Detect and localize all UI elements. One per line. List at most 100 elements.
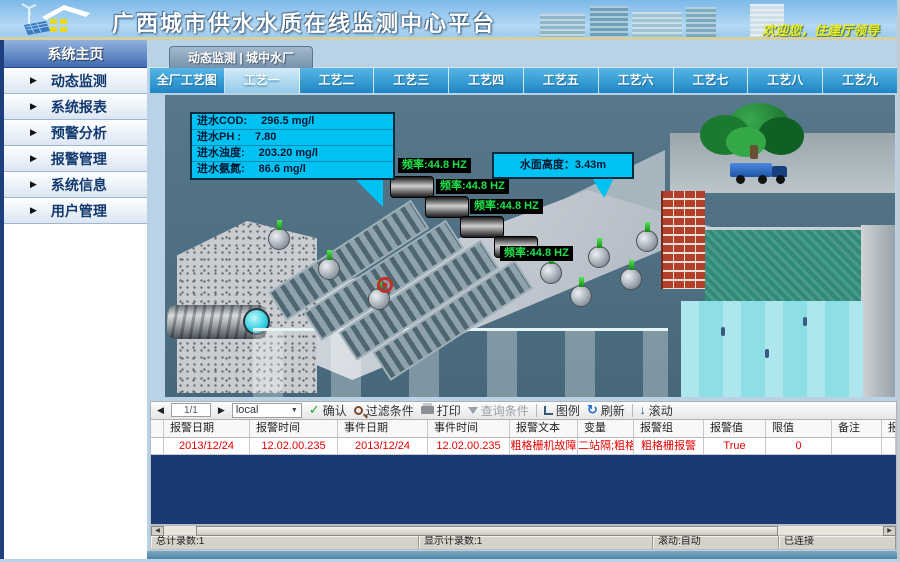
refresh-icon: ↻ bbox=[587, 405, 598, 415]
tree-trunk bbox=[750, 145, 758, 159]
right-water-pool bbox=[681, 301, 863, 397]
column-header[interactable]: 报警时间 bbox=[250, 420, 338, 437]
app-window: 广西城市供水水质在线监测中心平台 欢迎您，住建厅领导 系统主页 ▶动态监测 ▶系… bbox=[0, 0, 900, 562]
status-total-records: 总计录数:1 bbox=[151, 536, 419, 549]
row-selector-header bbox=[151, 420, 164, 437]
scroll-right-button[interactable]: ▶ bbox=[883, 526, 896, 536]
query-button[interactable]: 查询条件 bbox=[468, 402, 529, 419]
next-page-button[interactable]: ▶ bbox=[218, 405, 225, 416]
breadcrumb-row: 动态监测 | 城中水厂 bbox=[147, 40, 900, 68]
legend-button[interactable]: 图例 bbox=[544, 402, 580, 419]
valve-flange bbox=[636, 230, 658, 252]
alarm-table-body bbox=[150, 455, 897, 525]
page-title: 广西城市供水水质在线监测中心平台 bbox=[112, 6, 496, 38]
screen-water-pool bbox=[253, 328, 668, 397]
column-header[interactable]: 报警组 bbox=[634, 420, 704, 437]
legend-icon bbox=[544, 406, 553, 415]
tab-process-1[interactable]: 工艺一 bbox=[225, 68, 300, 93]
tab-process-8[interactable]: 工艺八 bbox=[748, 68, 823, 93]
inlet-pipe bbox=[167, 305, 267, 339]
valve-flange bbox=[318, 258, 340, 280]
page-indicator[interactable]: 1/1 bbox=[171, 403, 211, 417]
sidebar: 系统主页 ▶动态监测 ▶系统报表 ▶预警分析 ▶报警管理 ▶系统信息 ▶用户管理 bbox=[0, 40, 147, 559]
header: 广西城市供水水质在线监测中心平台 欢迎您，住建厅领导 bbox=[0, 0, 897, 40]
magnifier-icon bbox=[354, 406, 363, 415]
sidebar-item-dynamic-monitoring[interactable]: ▶动态监测 bbox=[4, 68, 147, 94]
tab-plant-overview[interactable]: 全厂工艺图 bbox=[150, 68, 225, 93]
status-displayed-records: 显示计录数:1 bbox=[419, 536, 653, 549]
scrollbar-thumb[interactable] bbox=[196, 526, 778, 536]
sidebar-item-system-info[interactable]: ▶系统信息 bbox=[4, 172, 147, 198]
logo-house-icon bbox=[20, 3, 98, 37]
brick-wall bbox=[661, 191, 705, 289]
chevron-down-icon: ▼ bbox=[291, 407, 298, 414]
scroll-left-button[interactable]: ◀ bbox=[151, 526, 164, 536]
horizontal-scrollbar[interactable]: ◀ ▶ bbox=[150, 525, 897, 537]
truck bbox=[730, 161, 794, 185]
frequency-label-4: 频率:44.8 HZ bbox=[500, 246, 573, 261]
confirm-button[interactable]: ✓确认 bbox=[309, 402, 347, 419]
sidebar-item-system-reports[interactable]: ▶系统报表 bbox=[4, 94, 147, 120]
tab-process-4[interactable]: 工艺四 bbox=[449, 68, 524, 93]
screen-motor-2 bbox=[425, 196, 469, 218]
divider bbox=[632, 404, 633, 417]
sidebar-item-alarm-management[interactable]: ▶报警管理 bbox=[4, 146, 147, 172]
column-header[interactable]: 报警文本 bbox=[510, 420, 578, 437]
funnel-icon bbox=[468, 407, 478, 414]
valve-flange bbox=[540, 262, 562, 284]
print-button[interactable]: 打印 bbox=[421, 402, 461, 419]
tree bbox=[700, 99, 810, 161]
tab-process-7[interactable]: 工艺七 bbox=[674, 68, 749, 93]
arrow-right-icon: ▶ bbox=[30, 153, 37, 164]
column-header[interactable]: 事件时间 bbox=[428, 420, 510, 437]
down-arrow-icon: ↓ bbox=[640, 403, 646, 417]
frequency-label-3: 频率:44.8 HZ bbox=[470, 199, 543, 214]
arrow-right-icon: ▶ bbox=[30, 205, 37, 216]
column-header[interactable]: 报警日期 bbox=[164, 420, 250, 437]
breadcrumb[interactable]: 动态监测 | 城中水厂 bbox=[169, 46, 313, 68]
building bbox=[686, 7, 716, 40]
screen-motor-1 bbox=[390, 176, 434, 198]
building bbox=[590, 6, 628, 40]
divider bbox=[536, 404, 537, 417]
column-header[interactable]: 变量 bbox=[578, 420, 634, 437]
refresh-button[interactable]: ↻刷新 bbox=[587, 402, 625, 419]
scroll-button[interactable]: ↓滚动 bbox=[640, 402, 673, 419]
printer-icon bbox=[421, 406, 434, 414]
frequency-label-2: 频率:44.8 HZ bbox=[436, 179, 509, 194]
tab-process-9[interactable]: 工艺九 bbox=[823, 68, 897, 93]
right-wall bbox=[861, 225, 895, 397]
arrow-right-icon: ▶ bbox=[30, 127, 37, 138]
inlet-params-callout: 进水COD:296.5 mg/l 进水PH :7.80 进水浊度:203.20 … bbox=[190, 112, 395, 180]
prev-page-button[interactable]: ◀ bbox=[157, 405, 164, 416]
tab-process-6[interactable]: 工艺六 bbox=[599, 68, 674, 93]
sidebar-item-home[interactable]: 系统主页 bbox=[4, 40, 147, 68]
status-connection: 已连接 bbox=[779, 536, 896, 549]
arrow-right-icon: ▶ bbox=[30, 179, 37, 190]
sidebar-item-user-management[interactable]: ▶用户管理 bbox=[4, 198, 147, 224]
main-area: 动态监测 | 城中水厂 全厂工艺图 工艺一 工艺二 工艺三 工艺四 工艺五 工艺… bbox=[147, 40, 900, 559]
valve-flange bbox=[620, 268, 642, 290]
valve-flange bbox=[268, 228, 290, 250]
bottom-border bbox=[147, 551, 900, 559]
process-diagram: 频率:44.8 HZ 频率:44.8 HZ 频率:44.8 HZ 频率:44.8… bbox=[165, 95, 895, 397]
column-header[interactable]: 报警值 bbox=[704, 420, 766, 437]
arrow-right-icon: ▶ bbox=[30, 75, 37, 86]
filter-button[interactable]: 过滤条件 bbox=[354, 402, 414, 419]
column-header[interactable]: 备注 bbox=[832, 420, 882, 437]
row-selector bbox=[151, 438, 164, 455]
alarm-table-row[interactable]: 2013/12/24 12.02.00.235 2013/12/24 12.02… bbox=[150, 438, 897, 455]
sidebar-item-warning-analysis[interactable]: ▶预警分析 bbox=[4, 120, 147, 146]
tab-process-2[interactable]: 工艺二 bbox=[300, 68, 375, 93]
column-header[interactable]: 报警 bbox=[882, 420, 896, 437]
valve-flange bbox=[588, 246, 610, 268]
tab-process-3[interactable]: 工艺三 bbox=[374, 68, 449, 93]
column-header[interactable]: 限值 bbox=[766, 420, 832, 437]
column-header[interactable]: 事件日期 bbox=[338, 420, 428, 437]
tab-process-5[interactable]: 工艺五 bbox=[524, 68, 599, 93]
water-level-callout: 水面高度：3.43m bbox=[492, 152, 634, 179]
valve-wheel bbox=[377, 277, 393, 293]
aeration-basin bbox=[705, 227, 863, 303]
frequency-label-1: 频率:44.8 HZ bbox=[398, 158, 471, 173]
server-select[interactable]: local▼ bbox=[232, 403, 302, 418]
